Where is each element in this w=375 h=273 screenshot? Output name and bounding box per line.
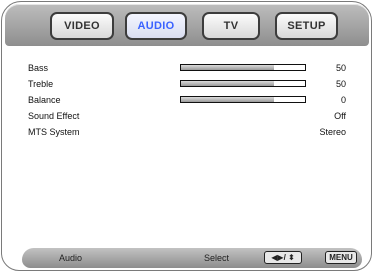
setting-row-treble[interactable]: Treble 50 <box>28 77 346 91</box>
bottom-help-bar: Audio Select ◀▶/ ⬍ MENU <box>22 248 362 268</box>
balance-slider[interactable] <box>180 96 306 103</box>
menu-key[interactable]: MENU <box>325 251 357 264</box>
treble-slider[interactable] <box>180 80 306 87</box>
bass-slider-fill <box>181 65 274 70</box>
setting-value: 50 <box>335 63 346 73</box>
setting-label: Balance <box>28 95 61 105</box>
setting-row-mts-system[interactable]: MTS System Stereo <box>28 125 346 139</box>
balance-slider-fill <box>181 97 274 102</box>
setting-value: 0 <box>340 95 346 105</box>
footer-context: Audio <box>59 253 83 263</box>
tab-tv[interactable]: TV <box>202 12 260 40</box>
nav-keys-icon: ◀▶/ ⬍ <box>264 251 302 264</box>
setting-label: Sound Effect <box>28 111 80 121</box>
treble-slider-fill <box>181 81 274 86</box>
tab-setup[interactable]: SETUP <box>275 12 338 40</box>
setting-value: Off <box>334 111 346 121</box>
setting-value: 50 <box>335 79 346 89</box>
setting-label: Treble <box>28 79 54 89</box>
setting-row-balance[interactable]: Balance 0 <box>28 93 346 107</box>
setting-label: Bass <box>28 63 49 73</box>
setting-label: MTS System <box>28 127 80 137</box>
top-tab-bar: VIDEO AUDIO TV SETUP <box>5 4 369 46</box>
setting-row-bass[interactable]: Bass 50 <box>28 61 346 75</box>
tab-audio[interactable]: AUDIO <box>125 12 187 40</box>
setting-row-sound-effect[interactable]: Sound Effect Off <box>28 109 346 123</box>
setting-value: Stereo <box>319 127 346 137</box>
tab-video[interactable]: VIDEO <box>50 12 114 40</box>
footer-hint: Select <box>204 253 230 263</box>
audio-settings-panel: Bass 50 Treble 50 Balance 0 Sound Effect… <box>16 52 359 232</box>
bass-slider[interactable] <box>180 64 306 71</box>
